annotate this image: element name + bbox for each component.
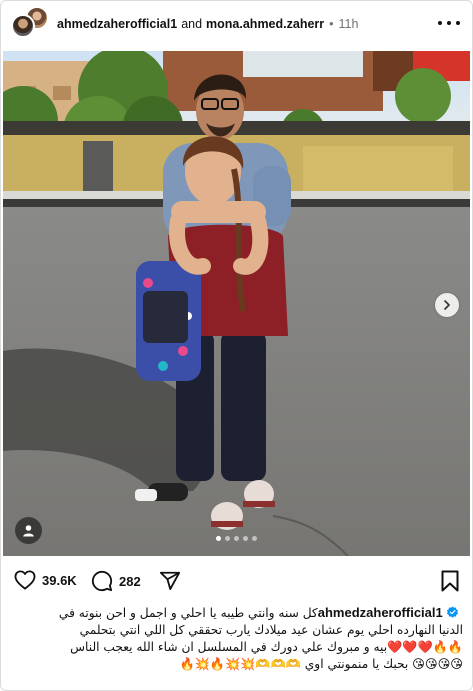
separator-dot: • — [329, 17, 334, 31]
carousel-dot — [216, 536, 221, 541]
header-usernames: ahmedzaherofficial1 and mona.ahmed.zaher… — [57, 17, 358, 31]
more-dot — [438, 21, 442, 25]
carousel-next-button[interactable] — [435, 293, 459, 317]
carousel-dot — [234, 536, 239, 541]
post-photo[interactable] — [3, 51, 470, 556]
comment-button[interactable]: 282 — [91, 570, 141, 592]
caption-line: 😘😘😘😘 بحبك يا منمونتي اوي 🫶🫶🫶💥💥🔥💥🔥 — [11, 656, 464, 673]
save-button[interactable] — [441, 570, 459, 592]
post-caption: ahmedzaherofficial1 كل سنه وانتي طيبه يا… — [11, 604, 463, 673]
share-button[interactable] — [159, 570, 181, 592]
more-dot — [456, 21, 460, 25]
photo-illustration — [3, 51, 470, 556]
caption-text: الدنيا النهارده احلي يوم عشان عيد ميلادك… — [79, 623, 463, 637]
comment-count[interactable]: 282 — [119, 574, 141, 589]
heart-icon — [14, 570, 36, 590]
more-horizontal-icon[interactable] — [438, 15, 460, 31]
caption-text: 🔥🔥❤️❤️❤️بيه و مبروك علي دورك في المسلسل … — [70, 640, 463, 654]
username-conjunction: and — [181, 17, 203, 31]
caption-line: ahmedzaherofficial1 كل سنه وانتي طيبه يا… — [11, 604, 463, 622]
username-link[interactable]: ahmedzaherofficial1 — [57, 17, 177, 31]
carousel-dot — [225, 536, 230, 541]
caption-text: كل سنه وانتي طيبه يا احلي و اجمل و احن ب… — [58, 606, 318, 620]
avatar[interactable] — [11, 14, 35, 38]
instagram-post: ahmedzaherofficial1 and mona.ahmed.zaher… — [0, 0, 473, 691]
like-button[interactable]: 39.6K — [14, 570, 77, 590]
bookmark-icon — [441, 570, 459, 592]
carousel-dot — [252, 536, 257, 541]
post-timestamp[interactable]: 11h — [339, 17, 359, 31]
more-dot — [447, 21, 451, 25]
like-count[interactable]: 39.6K — [42, 573, 77, 588]
carousel-indicator — [3, 536, 470, 541]
comment-bubble-icon — [91, 570, 113, 592]
post-header: ahmedzaherofficial1 and mona.ahmed.zaher… — [1, 1, 472, 47]
collab-avatars[interactable] — [11, 4, 51, 44]
username-link[interactable]: mona.ahmed.zaherr — [206, 17, 324, 31]
verified-badge-icon — [447, 606, 459, 618]
post-actions-bar: 39.6K 282 — [1, 566, 472, 598]
paper-plane-icon — [159, 571, 181, 590]
caption-username[interactable]: ahmedzaherofficial1 — [318, 605, 463, 620]
chevron-right-icon — [444, 300, 450, 310]
caption-line: 🔥🔥❤️❤️❤️بيه و مبروك علي دورك في المسلسل … — [11, 639, 463, 656]
caption-line: الدنيا النهارده احلي يوم عشان عيد ميلادك… — [11, 622, 463, 639]
carousel-dot — [243, 536, 248, 541]
caption-text: 😘😘😘😘 بحبك يا منمونتي اوي 🫶🫶🫶💥💥🔥💥🔥 — [179, 657, 464, 671]
caption-username-text[interactable]: ahmedzaherofficial1 — [318, 605, 443, 620]
